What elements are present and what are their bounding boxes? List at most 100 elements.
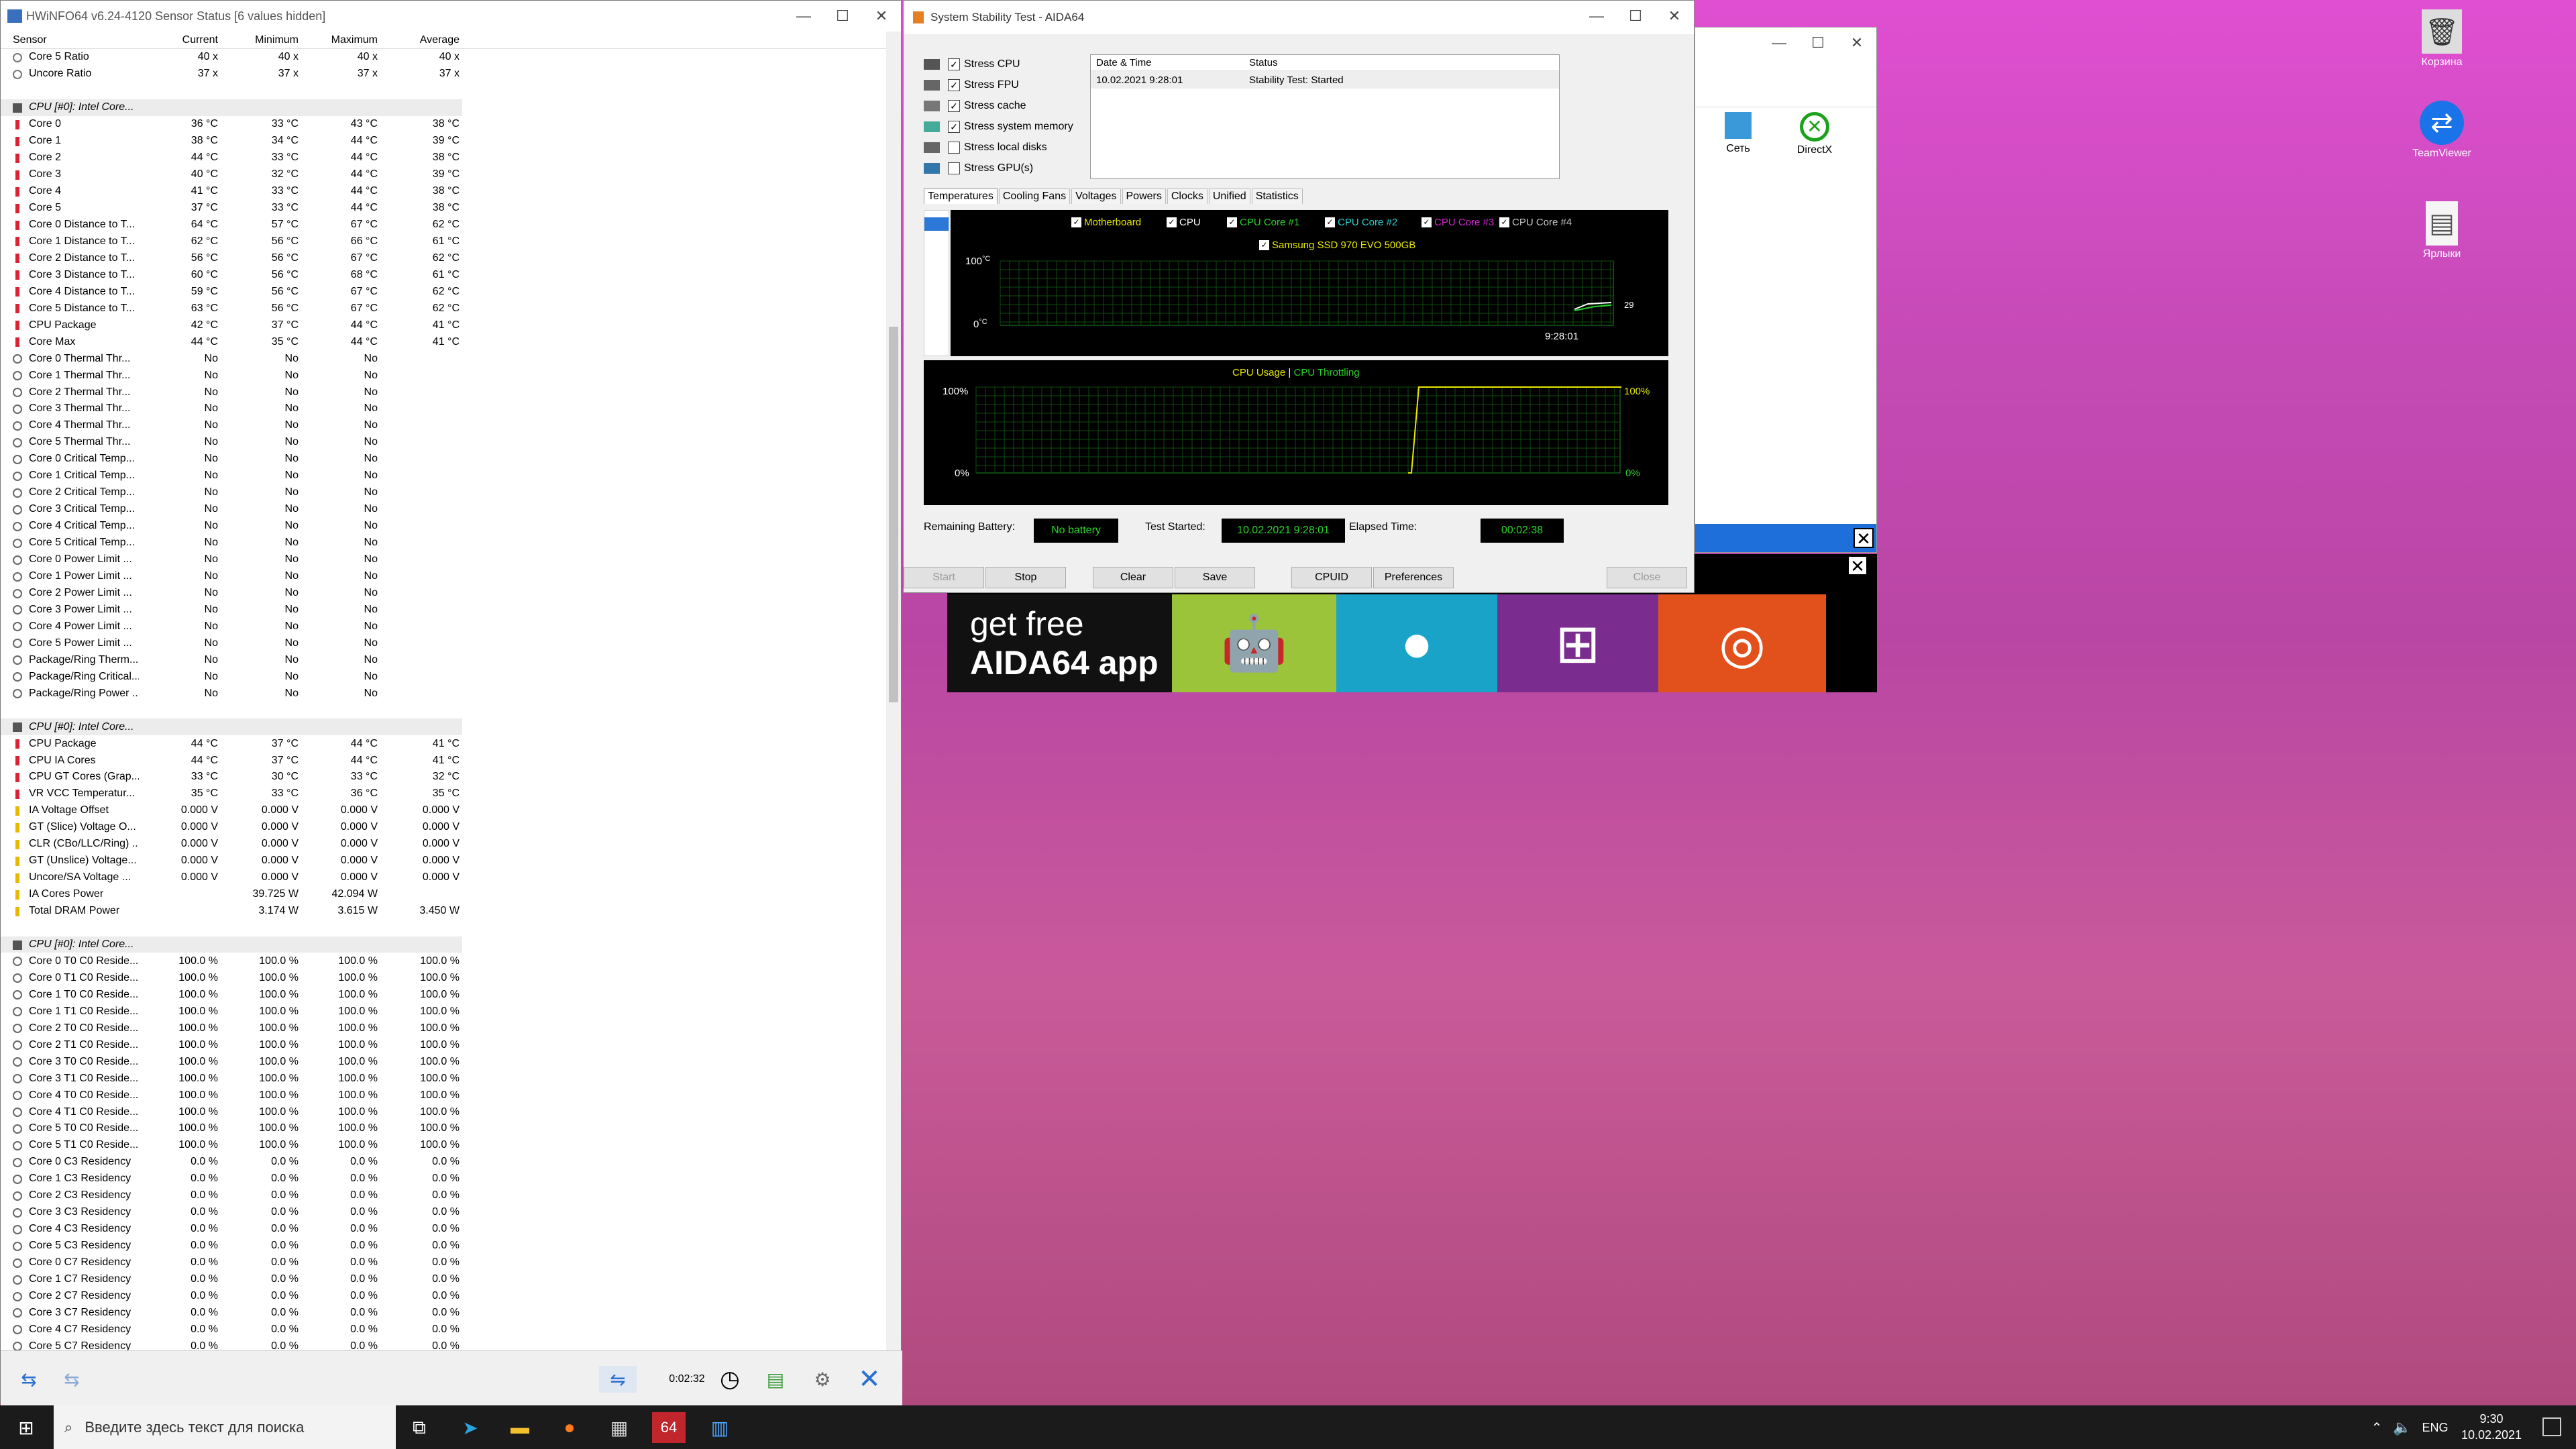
sensor-row[interactable]: Total DRAM Power 3.174 W 3.615 W 3.450 W [1,903,886,920]
sensor-row[interactable]: CPU Package 42 °C 37 °C 44 °C 41 °C [1,317,886,333]
legend-item[interactable]: ✓ Motherboard [1071,217,1141,228]
sensor-row[interactable]: Package/Ring Critical... No No No [1,668,886,685]
directx-item[interactable]: ✕ DirectX [1781,112,1848,156]
sensor-row[interactable]: Core 1 C3 Residency 0.0 % 0.0 % 0.0 % 0.0 % [1,1171,886,1187]
sensor-row[interactable]: Core 2 C3 Residency 0.0 % 0.0 % 0.0 % 0.0 % [1,1187,886,1204]
header-average[interactable]: Average [378,32,460,48]
stress-checkbox[interactable]: ✓ [948,100,960,112]
maximize-icon[interactable]: ☐ [1799,28,1837,58]
task-view-icon[interactable]: ⧉ [402,1412,436,1443]
sensor-row[interactable]: Core 4 T0 C0 Reside... 100.0 % 100.0 % 100.… [1,1087,886,1104]
sensor-row[interactable]: Package/Ring Therm... No No No [1,651,886,668]
desktop-icon-recycle[interactable]: 🗑 Корзина [2395,9,2489,68]
tab-cooling-fans[interactable]: Cooling Fans [998,189,1071,204]
close-button[interactable]: Close [1607,567,1687,588]
sensor-group-row[interactable]: CPU [#0]: Intel Core... [1,718,462,736]
legend-item[interactable]: ✓ Samsung SSD 970 EVO 500GB [1259,239,1415,251]
sensor-row[interactable]: Core 4 C7 Residency 0.0 % 0.0 % 0.0 % 0.0 % [1,1321,886,1338]
sensor-row[interactable]: Core 3 40 °C 32 °C 44 °C 39 °C [1,166,886,183]
stress-option[interactable]: ✓ Stress FPU [924,76,1019,94]
sensor-row[interactable]: Core 0 Critical Temp... No No No [1,451,886,468]
ad-close-icon[interactable]: ✕ [1847,555,1868,576]
tab-voltages[interactable]: Voltages [1071,189,1121,204]
network-item[interactable]: Сеть [1705,112,1772,155]
sensor-group-row[interactable]: CPU [#0]: Intel Core... [1,99,462,116]
close-icon[interactable]: ✕ [1655,1,1694,32]
sensor-row[interactable]: Core 3 C7 Residency 0.0 % 0.0 % 0.0 % 0.0 % [1,1304,886,1321]
tab-unified[interactable]: Unified [1208,189,1250,204]
sensor-row[interactable]: Core 5 C3 Residency 0.0 % 0.0 % 0.0 % 0.0 % [1,1238,886,1254]
sensor-row[interactable]: Core 1 38 °C 34 °C 44 °C 39 °C [1,133,886,150]
close-sensors-icon[interactable]: ✕ [853,1364,886,1394]
sensor-row[interactable]: Core 2 Critical Temp... No No No [1,484,886,501]
sensor-row[interactable]: Core 2 Thermal Thr... No No No [1,384,886,400]
stress-option[interactable]: ✓ Stress cache [924,97,1026,115]
start-button[interactable]: Start [904,567,984,588]
legend-item[interactable]: ✓ CPU Core #3 [1421,217,1494,228]
sensor-row[interactable]: Core 0 T0 C0 Reside... 100.0 % 100.0 % 100.… [1,953,886,969]
clock-area[interactable]: 9:30 10.02.2021 [2451,1411,2532,1443]
telegram-icon[interactable]: ➤ [453,1412,487,1443]
header-current[interactable]: Current [139,32,218,48]
sensor-row[interactable]: CPU IA Cores 44 °C 37 °C 44 °C 41 °C [1,752,886,769]
hwinfo-titlebar[interactable]: HWiNFO64 v6.24-4120 Sensor Status [6 val… [1,1,901,32]
legend-checkbox[interactable]: ✓ [1167,217,1177,227]
sensor-row[interactable]: Core 2 T1 C0 Reside... 100.0 % 100.0 % 100.… [1,1036,886,1053]
sensor-row[interactable]: Core 1 Power Limit ... No No No [1,568,886,585]
desktop-icon-teamviewer[interactable]: ⇄ TeamViewer [2395,101,2489,160]
stress-option[interactable]: Stress local disks [924,139,1047,156]
sensor-row[interactable]: IA Cores Power 39.725 W 42.094 W [1,886,886,903]
clear-button[interactable]: Clear [1093,567,1173,588]
cpuid-button[interactable]: CPUID [1291,567,1372,588]
sensor-row[interactable]: VR VCC Temperatur... 35 °C 33 °C 36 °C 35 °C [1,786,886,802]
sensor-row[interactable]: Core 0 Power Limit ... No No No [1,551,886,568]
sensor-row[interactable]: Core 0 Thermal Thr... No No No [1,350,886,367]
maximize-icon[interactable]: ☐ [823,1,862,32]
stress-option[interactable]: ✓ Stress system memory [924,118,1073,136]
sensor-row[interactable]: Core 5 Critical Temp... No No No [1,535,886,551]
add-report-icon[interactable]: ▤ [759,1366,792,1393]
hwinfo-window[interactable]: HWiNFO64 v6.24-4120 Sensor Status [6 val… [0,0,902,1405]
sensor-row[interactable]: Core 4 Distance to T... 59 °C 56 °C 67 °C 62… [1,283,886,300]
sensor-row[interactable]: CLR (CBo/LLC/Ring) ... 0.000 V 0.000 V 0.00… [1,836,886,853]
sensor-row[interactable]: CPU GT Cores (Grap... 33 °C 30 °C 33 °C 32 °… [1,769,886,786]
tab-statistics[interactable]: Statistics [1251,189,1303,204]
sensor-group-row[interactable]: CPU [#0]: Intel Core... [1,936,462,953]
clock-icon[interactable]: ◷ [713,1366,747,1393]
header-minimum[interactable]: Minimum [218,32,299,48]
ubuntu-icon[interactable]: ◎ [1658,594,1826,692]
sensor-row[interactable]: Core 2 44 °C 33 °C 44 °C 38 °C [1,150,886,166]
start-icon[interactable]: ⊞ [9,1412,43,1443]
bluebar-close-icon[interactable]: ✕ [1854,528,1874,548]
desktop-icon-shortcuts[interactable]: ▤ Ярлыки [2395,201,2489,260]
sensor-row[interactable]: Core 4 C3 Residency 0.0 % 0.0 % 0.0 % 0.0 % [1,1221,886,1238]
sensor-row[interactable]: CPU Package 44 °C 37 °C 44 °C 41 °C [1,735,886,752]
sensor-row[interactable]: Core 4 Critical Temp... No No No [1,518,886,535]
minimize-icon[interactable]: — [1577,1,1616,32]
sensor-row[interactable]: Core 1 Distance to T... 62 °C 56 °C 66 °C 61… [1,233,886,250]
sensor-row[interactable]: Core 3 T1 C0 Reside... 100.0 % 100.0 % 100.… [1,1070,886,1087]
legend-checkbox[interactable]: ✓ [1071,217,1081,227]
sensor-row[interactable]: Core 1 T1 C0 Reside... 100.0 % 100.0 % 100.… [1,1003,886,1020]
tab-temperatures[interactable]: Temperatures [924,189,998,204]
sensor-row[interactable]: Uncore/SA Voltage ... 0.000 V 0.000 V 0.000… [1,869,886,886]
sensor-row[interactable]: Core 2 Power Limit ... No No No [1,585,886,602]
sensor-row[interactable]: GT (Slice) Voltage O... 0.000 V 0.000 V 0.0… [1,819,886,836]
sensor-row[interactable]: Package/Ring Power ... No No No [1,685,886,702]
sensor-row[interactable]: Core 3 Critical Temp... No No No [1,501,886,518]
sensor-row[interactable]: Core 5 T1 C0 Reside... 100.0 % 100.0 % 100.… [1,1137,886,1154]
stop-button[interactable]: Stop [985,567,1066,588]
sensor-row[interactable]: Core 3 T0 C0 Reside... 100.0 % 100.0 % 100.… [1,1053,886,1070]
vertical-scrollbar[interactable] [886,32,901,1350]
legend-checkbox[interactable]: ✓ [1259,240,1269,250]
windows-icon[interactable]: ⊞ [1497,594,1658,692]
legend-checkbox[interactable]: ✓ [1227,217,1237,227]
sensor-row[interactable]: Core 2 T0 C0 Reside... 100.0 % 100.0 % 100.… [1,1020,886,1036]
stress-checkbox[interactable]: ✓ [948,58,960,70]
sensor-row[interactable]: Uncore Ratio 37 x 37 x 37 x 37 x [1,66,886,83]
scrollbar-thumb[interactable] [889,327,898,702]
stress-option[interactable]: ✓ Stress CPU [924,56,1020,73]
taskbar-search[interactable]: ⌕ Введите здесь текст для поиска [54,1405,396,1449]
sensor-row[interactable]: Core 0 Distance to T... 64 °C 57 °C 67 °C 62… [1,217,886,233]
language-indicator[interactable]: ENG [2415,1412,2455,1443]
